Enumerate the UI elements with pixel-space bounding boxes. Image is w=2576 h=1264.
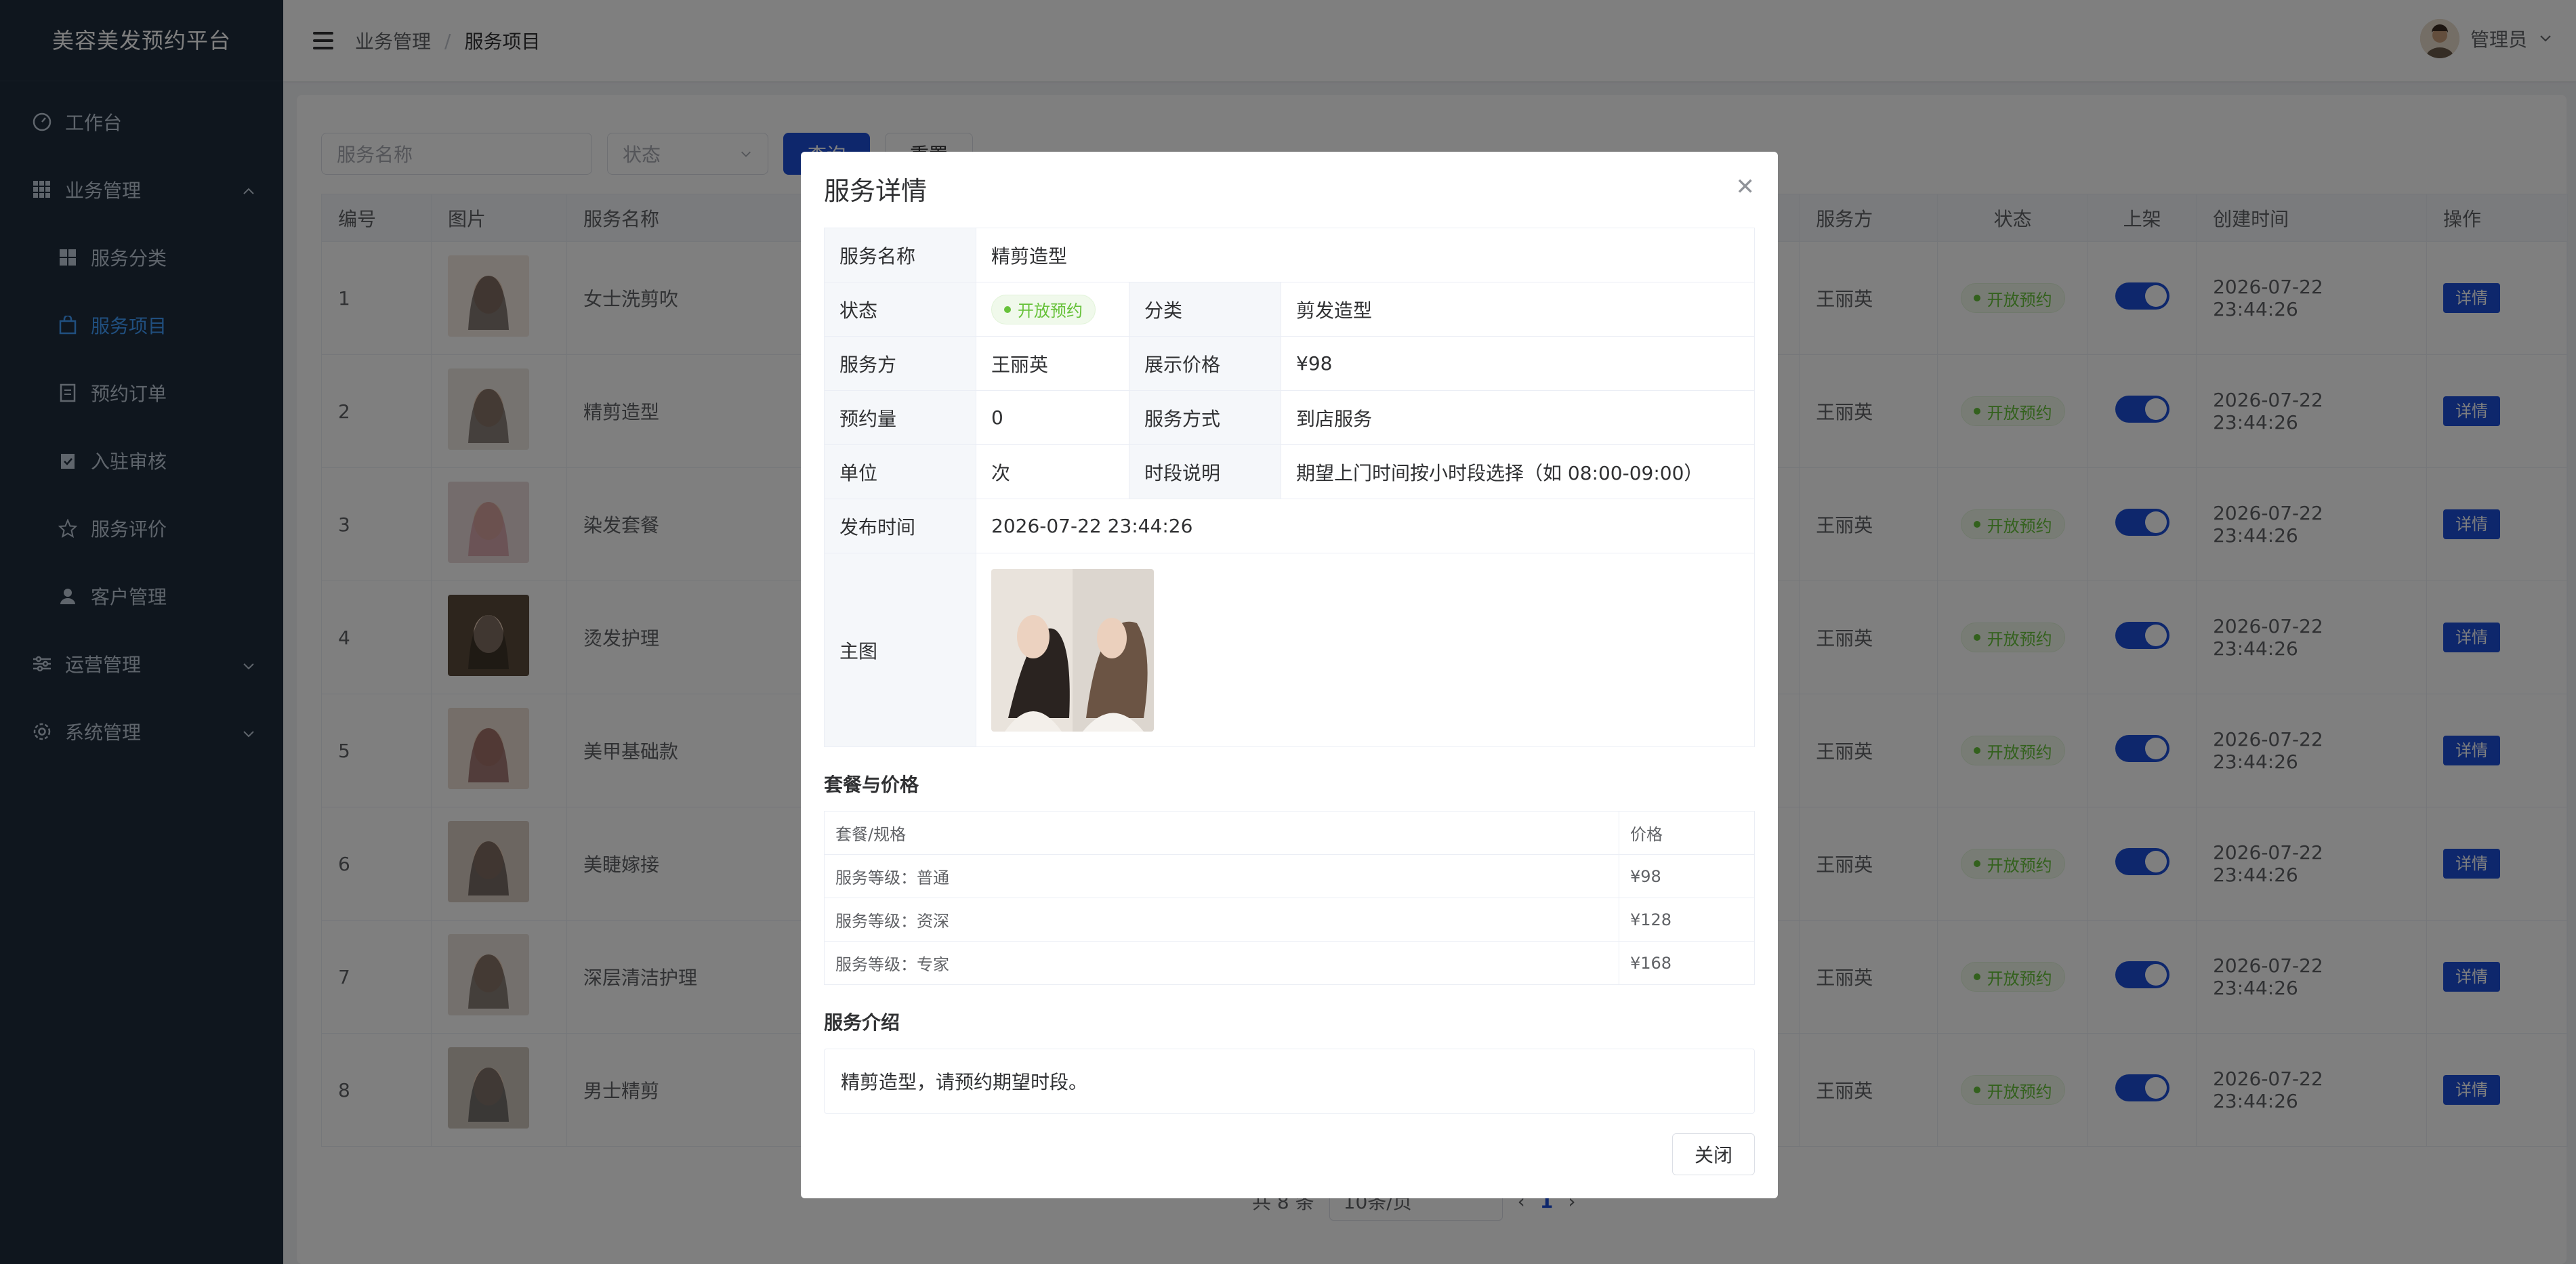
packages-title: 套餐与价格 (824, 774, 919, 796)
package-price: ¥168 (1619, 941, 1755, 985)
label-name: 服务名称 (824, 228, 976, 282)
label-unit: 单位 (824, 444, 976, 499)
col-price: 价格 (1619, 811, 1755, 855)
label-published: 发布时间 (824, 499, 976, 553)
intro-title: 服务介绍 (824, 1011, 900, 1034)
package-spec: 服务等级：资深 (824, 898, 1619, 942)
value-provider: 王丽英 (976, 336, 1129, 391)
label-image: 主图 (824, 553, 976, 747)
status-badge-text: 开放预约 (1018, 301, 1083, 320)
label-bookings: 预约量 (824, 390, 976, 445)
table-row: 服务等级：专家 ¥168 (824, 941, 1755, 985)
value-unit: 次 (976, 444, 1129, 499)
detail-descriptions: 服务名称 精剪造型 状态 开放预约 分类 剪发造型 服务方 王丽英 展示价格 ¥… (824, 228, 1755, 747)
value-image (976, 553, 1755, 747)
dialog-title: 服务详情 (824, 176, 928, 206)
value-slot: 期望上门时间按小时段选择（如 08:00-09:00） (1281, 444, 1755, 499)
table-row: 服务等级：普通 ¥98 (824, 854, 1755, 898)
table-row: 服务等级：资深 ¥128 (824, 898, 1755, 942)
label-category: 分类 (1129, 282, 1281, 337)
label-status: 状态 (824, 282, 976, 337)
col-spec: 套餐/规格 (824, 811, 1619, 855)
service-detail-dialog: 服务详情 ✕ 服务名称 精剪造型 状态 开放预约 分类 剪发造型 服务方 王丽英… (801, 152, 1778, 1198)
label-price: 展示价格 (1129, 336, 1281, 391)
package-spec: 服务等级：普通 (824, 854, 1619, 898)
package-spec: 服务等级：专家 (824, 941, 1619, 985)
intro-text: 精剪造型，请预约期望时段。 (824, 1049, 1755, 1114)
value-status: 开放预约 (976, 282, 1129, 337)
value-name: 精剪造型 (976, 228, 1755, 282)
package-price: ¥98 (1619, 854, 1755, 898)
value-mode: 到店服务 (1281, 390, 1755, 445)
close-button[interactable]: 关闭 (1671, 1133, 1755, 1175)
packages-table: 套餐/规格 价格 服务等级：普通 ¥98 服务等级：资深 ¥128 服务等级：专… (824, 811, 1755, 985)
status-badge: 开放预约 (991, 294, 1096, 324)
label-mode: 服务方式 (1129, 390, 1281, 445)
value-bookings: 0 (976, 390, 1129, 445)
package-price: ¥128 (1619, 898, 1755, 942)
value-category: 剪发造型 (1281, 282, 1755, 337)
value-price: ¥98 (1281, 336, 1755, 391)
main-image[interactable] (991, 568, 1154, 732)
label-slot: 时段说明 (1129, 444, 1281, 499)
close-icon[interactable]: ✕ (1736, 173, 1756, 201)
label-provider: 服务方 (824, 336, 976, 391)
value-published: 2026-07-22 23:44:26 (976, 499, 1755, 553)
